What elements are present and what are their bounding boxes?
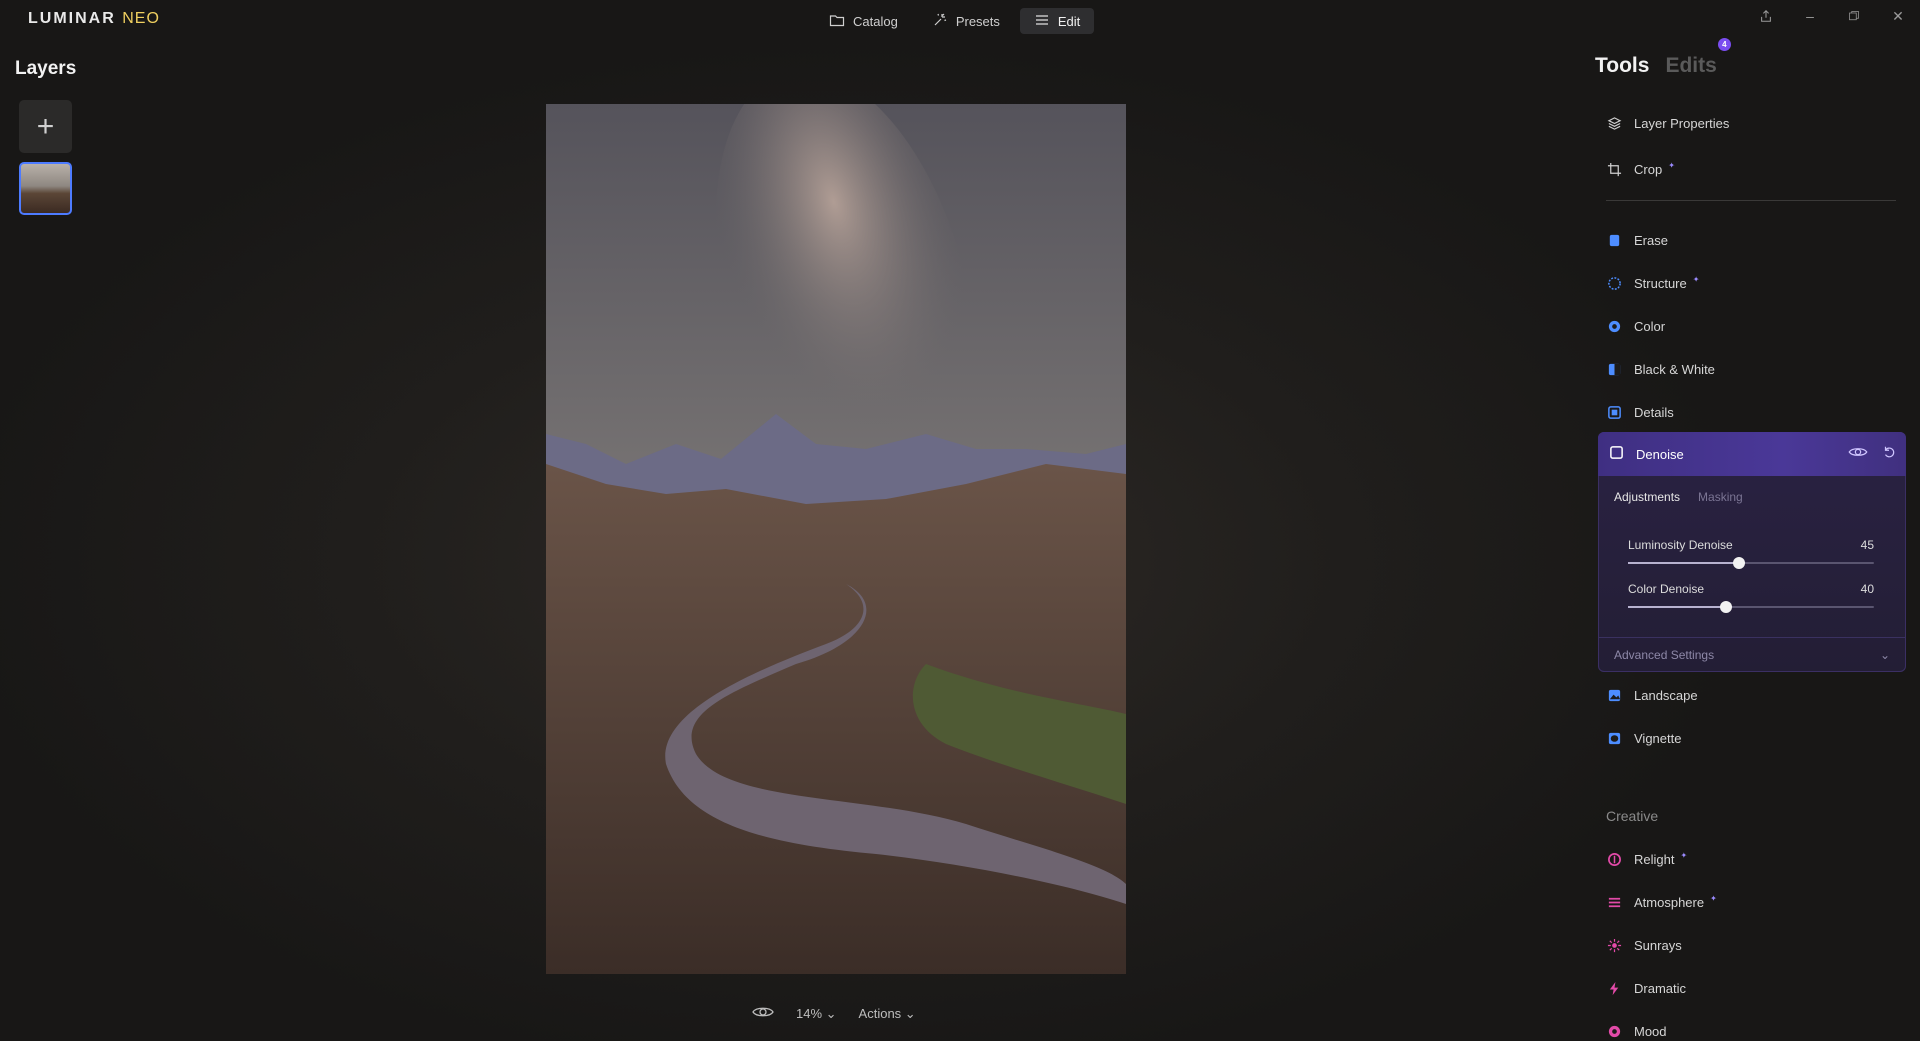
reset-icon[interactable] (1882, 445, 1896, 462)
tool-crop[interactable]: Crop ✦ (1606, 157, 1675, 181)
vignette-icon (1606, 730, 1622, 746)
photo-canvas[interactable] (546, 104, 1126, 974)
close-icon[interactable]: ✕ (1890, 8, 1906, 24)
sunrays-icon (1606, 937, 1622, 953)
sliders-icon (1034, 12, 1050, 31)
tool-erase[interactable]: Erase (1606, 228, 1668, 252)
mode-edit[interactable]: Edit (1019, 8, 1095, 34)
tool-details[interactable]: Details (1606, 400, 1674, 424)
advanced-settings-toggle[interactable]: Advanced Settings ⌄ (1598, 637, 1906, 672)
tool-vignette[interactable]: Vignette (1606, 726, 1681, 750)
chevron-down-icon: ⌄ (1879, 648, 1890, 662)
denoise-icon (1609, 445, 1624, 463)
tab-masking[interactable]: Masking (1698, 490, 1743, 504)
atmosphere-icon (1606, 894, 1622, 910)
window-controls: – ✕ (1758, 8, 1906, 24)
panel-divider (1606, 200, 1896, 201)
black-white-icon (1606, 361, 1622, 377)
tab-tools[interactable]: Tools (1595, 54, 1649, 78)
tool-landscape[interactable]: Landscape (1606, 683, 1698, 707)
tool-relight[interactable]: Relight ✦ (1606, 847, 1687, 871)
visibility-eye-icon[interactable] (1848, 445, 1868, 462)
color-icon (1606, 318, 1622, 334)
tool-color[interactable]: Color (1606, 314, 1665, 338)
tab-adjustments[interactable]: Adjustments (1614, 490, 1680, 504)
color-denoise-label: Color Denoise (1628, 582, 1705, 596)
ai-mark-icon: ✦ (1692, 274, 1700, 284)
slider-track[interactable] (1628, 557, 1874, 569)
relight-icon (1606, 851, 1622, 867)
before-after-eye-icon[interactable] (752, 1004, 774, 1023)
zoom-dropdown[interactable]: 14% ⌄ (796, 1006, 837, 1022)
ai-mark-icon: ✦ (1680, 850, 1688, 860)
slider-track[interactable] (1628, 601, 1874, 613)
landscape-icon (1606, 687, 1622, 703)
actions-dropdown[interactable]: Actions ⌄ (859, 1006, 916, 1022)
crop-icon (1606, 161, 1622, 177)
mode-switcher: Catalog Presets Edit (815, 8, 1095, 34)
share-icon[interactable] (1758, 8, 1774, 24)
layers-title: Layers (15, 58, 77, 79)
creative-section-title: Creative (1606, 808, 1659, 824)
tool-mood[interactable]: Mood (1606, 1019, 1667, 1041)
folder-icon (829, 12, 845, 31)
tool-dramatic[interactable]: Dramatic (1606, 976, 1686, 1000)
tab-edits[interactable]: Edits 4 (1665, 38, 1731, 78)
canvas-toolbar: 14% ⌄ Actions ⌄ (752, 1004, 916, 1023)
mode-presets[interactable]: Presets (918, 8, 1014, 34)
restore-icon[interactable] (1846, 8, 1862, 24)
slider-knob[interactable] (1732, 557, 1745, 569)
tool-atmosphere[interactable]: Atmosphere ✦ (1606, 890, 1717, 914)
slider-knob[interactable] (1720, 601, 1733, 613)
mood-icon (1606, 1023, 1622, 1039)
app-logo: LUMINAR NEO (28, 10, 160, 27)
color-denoise-slider[interactable]: Color Denoise 40 (1628, 582, 1874, 613)
slider-fill (1628, 562, 1739, 564)
ai-mark-icon: ✦ (1668, 160, 1675, 170)
layer-thumbnail[interactable] (19, 162, 72, 215)
ai-mark-icon: ✦ (1710, 893, 1717, 903)
erase-icon (1606, 232, 1622, 248)
denoise-tabs: Adjustments Masking (1614, 490, 1743, 504)
presets-icon (932, 12, 948, 31)
slider-fill (1628, 606, 1727, 608)
details-icon (1606, 404, 1622, 420)
title-bar: LUMINAR NEO Catalog Presets Edit – ✕ (0, 0, 1920, 40)
luminosity-denoise-value: 45 (1860, 538, 1874, 552)
panel-tabs: Tools Edits 4 (1595, 38, 1731, 78)
structure-icon (1606, 275, 1622, 291)
denoise-header[interactable]: Denoise (1598, 432, 1906, 476)
tool-sunrays[interactable]: Sunrays (1606, 933, 1682, 957)
dramatic-icon (1606, 980, 1622, 996)
tool-layer-properties[interactable]: Layer Properties (1606, 111, 1729, 135)
tool-black-white[interactable]: Black & White (1606, 357, 1715, 381)
luminosity-denoise-slider[interactable]: Luminosity Denoise 45 (1628, 538, 1874, 569)
tool-structure[interactable]: Structure ✦ (1606, 271, 1699, 295)
edits-count-badge: 4 (1717, 38, 1731, 51)
add-layer-button[interactable]: + (19, 100, 72, 153)
color-denoise-value: 40 (1860, 582, 1874, 596)
minimize-icon[interactable]: – (1802, 8, 1818, 24)
mode-catalog[interactable]: Catalog (815, 8, 912, 34)
denoise-panel: Denoise Adjustments Masking Luminosity D… (1598, 432, 1906, 672)
layers-stack-icon (1606, 115, 1622, 131)
luminosity-denoise-label: Luminosity Denoise (1628, 538, 1733, 552)
landscape-photo (546, 104, 1126, 974)
